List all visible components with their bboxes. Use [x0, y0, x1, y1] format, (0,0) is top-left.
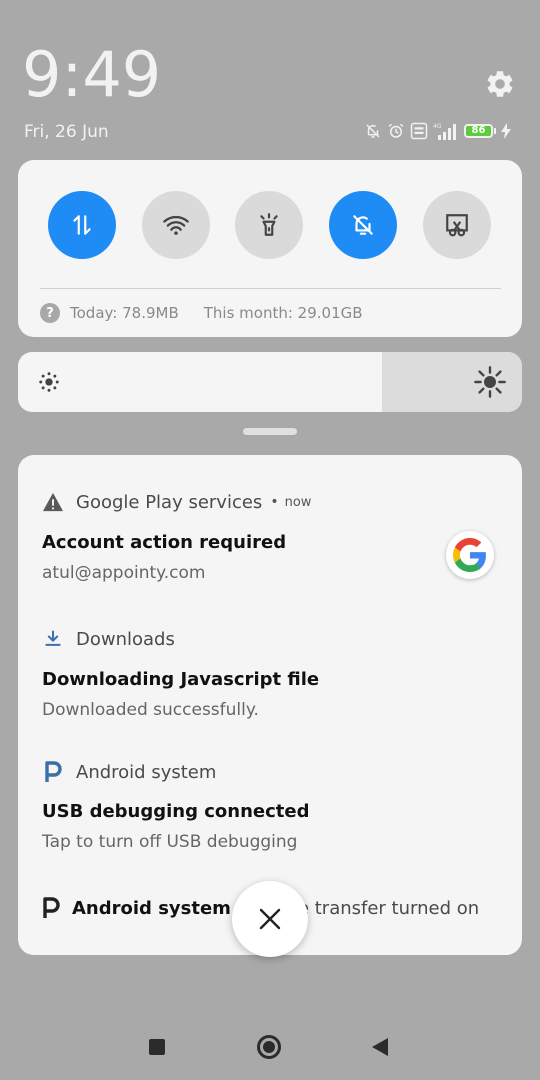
recents-button[interactable] — [149, 1039, 165, 1055]
toggle-flashlight[interactable] — [235, 191, 303, 259]
app-name: Downloads — [76, 628, 175, 650]
toggle-wifi[interactable] — [142, 191, 210, 259]
notifications-panel: Google Play services • now Account actio… — [18, 455, 522, 955]
google-logo-icon — [446, 531, 494, 579]
notification-header: Google Play services • now — [42, 490, 311, 514]
toggle-mobile-data[interactable] — [48, 191, 116, 259]
status-icons: 4G 86 — [364, 121, 511, 141]
quick-settings-panel: ? Today: 78.9MB This month: 29.01GB — [18, 160, 522, 337]
toggle-screenshot[interactable] — [423, 191, 491, 259]
notification-title[interactable]: Downloading Javascript file — [42, 669, 319, 690]
notification-header: Android system — [42, 760, 216, 784]
scissors-screenshot-icon — [446, 214, 468, 237]
download-icon — [42, 628, 64, 650]
bell-off-icon — [366, 124, 380, 138]
battery-icon: 86 — [464, 124, 496, 138]
notification-text[interactable]: Downloaded successfully. — [42, 700, 259, 720]
navigation-bar — [0, 1020, 540, 1076]
alarm-icon — [388, 123, 404, 138]
svg-text:4G: 4G — [433, 123, 442, 130]
signal-icon: 4G — [433, 123, 456, 140]
notification-text[interactable]: atul@appointy.com — [42, 563, 206, 583]
brightness-high-icon — [474, 366, 506, 398]
date-label: Fri, 26 Jun — [24, 122, 109, 142]
charging-icon — [501, 123, 511, 139]
help-icon: ? — [40, 303, 60, 323]
clock-time: 9:49 — [22, 38, 162, 111]
bell-off-icon — [353, 215, 373, 235]
brightness-slider[interactable] — [18, 352, 522, 412]
notification-title[interactable]: USB debugging connected — [42, 801, 310, 822]
clear-all-button[interactable] — [232, 881, 308, 957]
data-transfer-icon — [73, 215, 91, 235]
warning-icon — [42, 491, 64, 513]
flashlight-icon — [260, 213, 278, 236]
gear-icon[interactable] — [484, 68, 516, 100]
android-system-icon — [42, 761, 64, 783]
android-system-icon — [42, 897, 60, 919]
data-usage-row[interactable]: ? Today: 78.9MB This month: 29.01GB — [40, 302, 363, 324]
drag-handle[interactable] — [243, 428, 297, 435]
notification-title[interactable]: Account action required — [42, 532, 286, 553]
brightness-low-icon — [39, 372, 59, 392]
data-today-label: Today: 78.9MB — [70, 304, 179, 322]
separator-dot: • — [270, 494, 279, 510]
volte-icon — [410, 122, 428, 140]
app-name: Android system — [72, 897, 231, 919]
data-month-label: This month: 29.01GB — [203, 304, 363, 322]
app-name: Google Play services — [76, 491, 263, 513]
home-button[interactable] — [257, 1035, 281, 1059]
wifi-icon — [163, 215, 189, 235]
notification-time: now — [284, 494, 312, 510]
back-button[interactable] — [372, 1038, 388, 1056]
notification-header: Downloads — [42, 627, 175, 651]
battery-level: 86 — [464, 124, 493, 138]
app-name: Android system — [76, 761, 217, 783]
toggle-silent[interactable] — [329, 191, 397, 259]
notification-text[interactable]: Tap to turn off USB debugging — [42, 832, 297, 852]
divider — [40, 288, 501, 289]
close-icon — [259, 908, 281, 930]
